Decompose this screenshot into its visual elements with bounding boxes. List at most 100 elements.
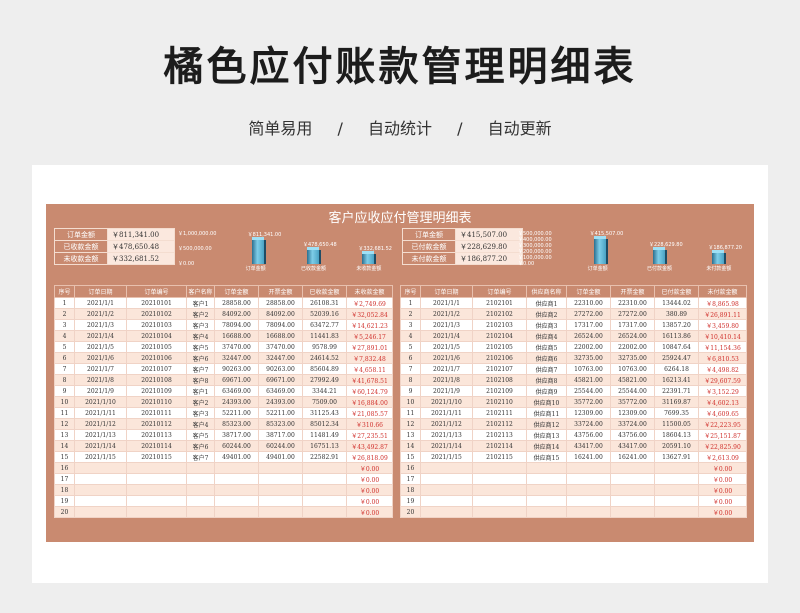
table-cell[interactable]: 2102106 (472, 352, 527, 364)
table-cell[interactable] (566, 473, 611, 485)
table-cell[interactable]: 10763.00 (566, 363, 611, 375)
payable-column-header[interactable]: 未付款金额 (698, 285, 747, 298)
table-cell[interactable]: ￥7,832.48 (346, 352, 393, 364)
table-cell[interactable]: 32735.00 (566, 352, 611, 364)
table-cell[interactable]: 1 (400, 297, 421, 309)
table-cell[interactable]: 2102104 (472, 330, 527, 342)
table-cell[interactable]: 85604.89 (302, 363, 347, 375)
table-cell[interactable] (420, 484, 473, 496)
table-cell[interactable] (610, 484, 655, 496)
table-cell[interactable] (654, 462, 699, 474)
table-cell[interactable]: 22002.00 (610, 341, 655, 353)
table-cell[interactable] (186, 484, 215, 496)
table-cell[interactable]: 5 (54, 341, 75, 353)
table-cell[interactable]: 45821.00 (610, 374, 655, 386)
table-cell[interactable]: 11 (54, 407, 75, 419)
table-cell[interactable]: 20210115 (126, 451, 187, 463)
table-cell[interactable]: 20210103 (126, 319, 187, 331)
table-cell[interactable] (258, 506, 303, 518)
table-cell[interactable] (126, 473, 187, 485)
table-cell[interactable]: 11 (400, 407, 421, 419)
table-cell[interactable]: 6 (400, 352, 421, 364)
table-cell[interactable]: 33724.00 (610, 418, 655, 430)
table-cell[interactable]: ￥2,613.09 (698, 451, 747, 463)
table-cell[interactable]: 客户2 (186, 308, 215, 320)
table-cell[interactable] (302, 495, 347, 507)
table-cell[interactable]: 24614.52 (302, 352, 347, 364)
receivable-column-header[interactable]: 开票金额 (258, 285, 303, 298)
table-cell[interactable]: ￥0.00 (698, 462, 747, 474)
table-cell[interactable]: 7699.35 (654, 407, 699, 419)
table-cell[interactable]: 85012.34 (302, 418, 347, 430)
table-cell[interactable]: 28858.00 (214, 297, 259, 309)
table-cell[interactable]: 2021/1/3 (420, 319, 473, 331)
table-cell[interactable]: 60244.00 (258, 440, 303, 452)
table-cell[interactable] (302, 506, 347, 518)
table-cell[interactable] (654, 495, 699, 507)
table-cell[interactable]: 16241.00 (566, 451, 611, 463)
table-cell[interactable]: 20210102 (126, 308, 187, 320)
table-cell[interactable]: 20210108 (126, 374, 187, 386)
table-cell[interactable]: 38717.00 (214, 429, 259, 441)
table-cell[interactable] (186, 506, 215, 518)
table-cell[interactable]: 6 (54, 352, 75, 364)
table-cell[interactable]: 11481.49 (302, 429, 347, 441)
table-cell[interactable]: 4 (400, 330, 421, 342)
receivable-column-header[interactable]: 订单编号 (126, 285, 187, 298)
table-cell[interactable]: ￥22,825.90 (698, 440, 747, 452)
payable-column-header[interactable]: 订单日期 (420, 285, 473, 298)
table-cell[interactable]: 49401.00 (214, 451, 259, 463)
table-cell[interactable]: 客户6 (186, 352, 215, 364)
table-cell[interactable]: 2021/1/14 (420, 440, 473, 452)
table-cell[interactable]: 10763.00 (610, 363, 655, 375)
table-cell[interactable] (526, 495, 567, 507)
table-cell[interactable]: 85323.00 (258, 418, 303, 430)
table-cell[interactable]: 2021/1/4 (420, 330, 473, 342)
table-cell[interactable]: 客户5 (186, 429, 215, 441)
table-cell[interactable]: 10847.64 (654, 341, 699, 353)
table-cell[interactable]: 26108.31 (302, 297, 347, 309)
table-cell[interactable]: ￥11,154.36 (698, 341, 747, 353)
table-cell[interactable] (214, 473, 259, 485)
payable-column-header[interactable]: 订单编号 (472, 285, 527, 298)
table-cell[interactable]: 13857.20 (654, 319, 699, 331)
table-cell[interactable]: 25544.00 (610, 385, 655, 397)
table-cell[interactable]: 2102108 (472, 374, 527, 386)
table-cell[interactable]: 2102114 (472, 440, 527, 452)
table-cell[interactable]: 45821.00 (566, 374, 611, 386)
table-cell[interactable]: 2021/1/12 (74, 418, 127, 430)
table-cell[interactable]: 2021/1/9 (420, 385, 473, 397)
table-cell[interactable]: 2021/1/7 (74, 363, 127, 375)
table-cell[interactable] (610, 462, 655, 474)
table-cell[interactable]: 16 (54, 462, 75, 474)
table-cell[interactable]: 49401.00 (258, 451, 303, 463)
table-cell[interactable]: 13 (54, 429, 75, 441)
table-cell[interactable] (420, 506, 473, 518)
table-cell[interactable] (610, 495, 655, 507)
table-cell[interactable]: 2021/1/6 (420, 352, 473, 364)
table-cell[interactable]: 2021/1/15 (74, 451, 127, 463)
table-cell[interactable] (566, 462, 611, 474)
table-cell[interactable]: 78094.00 (214, 319, 259, 331)
table-cell[interactable]: ￥16,884.00 (346, 396, 393, 408)
table-cell[interactable]: ￥10,410.14 (698, 330, 747, 342)
table-cell[interactable]: 2 (54, 308, 75, 320)
table-cell[interactable]: 22310.00 (566, 297, 611, 309)
table-cell[interactable]: 13444.02 (654, 297, 699, 309)
table-cell[interactable]: 3 (54, 319, 75, 331)
table-cell[interactable]: ￥3,459.80 (698, 319, 747, 331)
table-cell[interactable]: ￥2,749.69 (346, 297, 393, 309)
table-cell[interactable] (526, 473, 567, 485)
table-cell[interactable]: 16688.00 (258, 330, 303, 342)
table-cell[interactable]: 4 (54, 330, 75, 342)
table-cell[interactable]: 供应商4 (526, 330, 567, 342)
table-cell[interactable]: 14 (54, 440, 75, 452)
table-cell[interactable]: 20210112 (126, 418, 187, 430)
table-cell[interactable] (654, 484, 699, 496)
table-cell[interactable]: 2021/1/2 (420, 308, 473, 320)
table-cell[interactable] (420, 462, 473, 474)
table-cell[interactable] (302, 473, 347, 485)
table-cell[interactable]: 供应商8 (526, 374, 567, 386)
table-cell[interactable] (214, 495, 259, 507)
table-cell[interactable]: 31125.43 (302, 407, 347, 419)
